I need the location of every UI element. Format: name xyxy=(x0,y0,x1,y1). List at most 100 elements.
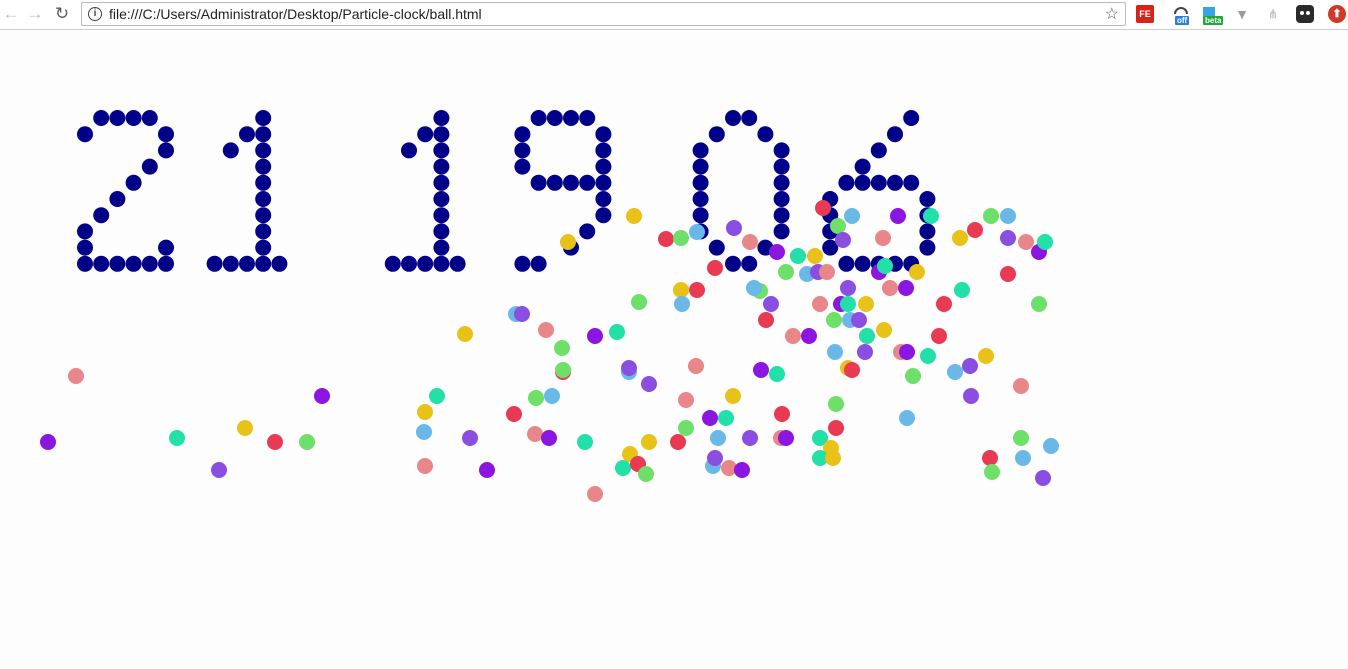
particle xyxy=(658,231,674,247)
clock-dot xyxy=(433,126,450,143)
clock-dot xyxy=(692,158,709,175)
particle xyxy=(577,434,593,450)
clock-drawing xyxy=(40,110,1059,502)
clock-dot xyxy=(433,110,450,126)
particle xyxy=(851,312,867,328)
particle xyxy=(890,208,906,224)
clock-dot xyxy=(206,255,223,272)
particle xyxy=(544,388,560,404)
info-icon[interactable]: i xyxy=(88,7,102,21)
clock-dot xyxy=(692,207,709,224)
particle xyxy=(299,434,315,450)
clock-dot xyxy=(158,142,174,159)
clock-dot xyxy=(401,142,417,159)
particle xyxy=(984,464,1000,480)
clock-dot xyxy=(109,255,126,272)
clock-dot xyxy=(903,174,920,191)
clock-dot xyxy=(773,142,790,159)
particle xyxy=(417,458,433,474)
clock-dot xyxy=(741,255,758,272)
particle xyxy=(641,376,657,392)
address-bar[interactable]: i file:///C:/Users/Administrator/Desktop… xyxy=(81,2,1126,26)
particle xyxy=(801,328,817,344)
clock-dot xyxy=(93,110,110,126)
red-upload-extension-icon[interactable]: ⬆ xyxy=(1328,5,1346,23)
clock-dot xyxy=(595,142,612,159)
particle xyxy=(587,486,603,502)
clock-dot xyxy=(903,110,920,126)
particle xyxy=(828,396,844,412)
clock-dot xyxy=(692,191,709,207)
clock-dot xyxy=(125,174,142,191)
particle xyxy=(785,328,801,344)
particle xyxy=(673,282,689,298)
particle xyxy=(815,200,831,216)
clock-dot xyxy=(725,255,741,272)
particle xyxy=(734,462,750,478)
particle xyxy=(416,424,432,440)
clock-dot xyxy=(563,110,579,126)
clock-dot xyxy=(919,239,936,256)
beta-extension-icon[interactable]: beta xyxy=(1200,5,1224,25)
particle xyxy=(538,322,554,338)
clock-dot xyxy=(854,174,871,191)
particle xyxy=(707,260,723,276)
v-extension-icon[interactable]: ▼ xyxy=(1233,5,1251,23)
off-badge: off xyxy=(1175,16,1190,25)
particle xyxy=(674,296,690,312)
particle xyxy=(689,282,705,298)
clock-dot xyxy=(757,126,774,143)
clock-dot xyxy=(692,174,709,191)
particle xyxy=(638,466,654,482)
url-text[interactable]: file:///C:/Users/Administrator/Desktop/P… xyxy=(109,6,482,22)
clock-dot xyxy=(919,191,936,207)
particle xyxy=(689,224,705,240)
particle xyxy=(1013,430,1029,446)
clock-dot xyxy=(401,255,417,272)
clock-dot xyxy=(838,174,855,191)
particle xyxy=(920,348,936,364)
reload-button[interactable]: ↻ xyxy=(51,4,73,26)
clock-dot xyxy=(239,126,255,143)
clock-dot xyxy=(773,158,790,175)
particle xyxy=(718,410,734,426)
clock-dot xyxy=(77,223,93,240)
clock-dot xyxy=(255,255,272,272)
clock-dot xyxy=(433,239,450,256)
particle xyxy=(506,406,522,422)
particle xyxy=(68,368,84,384)
clock-dot xyxy=(255,142,272,159)
particle xyxy=(963,388,979,404)
bookmark-star-icon[interactable]: ☆ xyxy=(1105,4,1119,24)
particle xyxy=(835,232,851,248)
clock-dot xyxy=(77,255,93,272)
particle xyxy=(877,258,893,274)
particle xyxy=(1000,266,1016,282)
forward-button[interactable]: → xyxy=(24,4,46,26)
fe-helper-extension-icon[interactable]: FE xyxy=(1136,5,1154,23)
particle xyxy=(211,462,227,478)
clock-dot xyxy=(384,255,401,272)
clock-dot xyxy=(255,110,272,126)
clock-dot xyxy=(579,110,596,126)
tree-extension-icon[interactable]: ⋔ xyxy=(1264,5,1282,23)
particle-clock-canvas xyxy=(0,31,1348,669)
clock-dot xyxy=(546,110,563,126)
particle xyxy=(947,364,963,380)
clock-dot xyxy=(725,110,741,126)
particle xyxy=(858,296,874,312)
clock-dot xyxy=(514,255,531,272)
particle xyxy=(673,230,689,246)
particle xyxy=(688,358,704,374)
dark-extension-icon[interactable] xyxy=(1296,5,1314,23)
particle xyxy=(560,234,576,250)
particle xyxy=(1013,378,1029,394)
off-switch-extension-icon[interactable]: off xyxy=(1172,5,1190,25)
particle xyxy=(746,280,762,296)
particle xyxy=(267,434,283,450)
particle xyxy=(678,420,694,436)
clock-dot xyxy=(255,191,272,207)
back-button[interactable]: ← xyxy=(0,4,22,26)
clock-dot xyxy=(158,126,174,143)
particle xyxy=(859,328,875,344)
